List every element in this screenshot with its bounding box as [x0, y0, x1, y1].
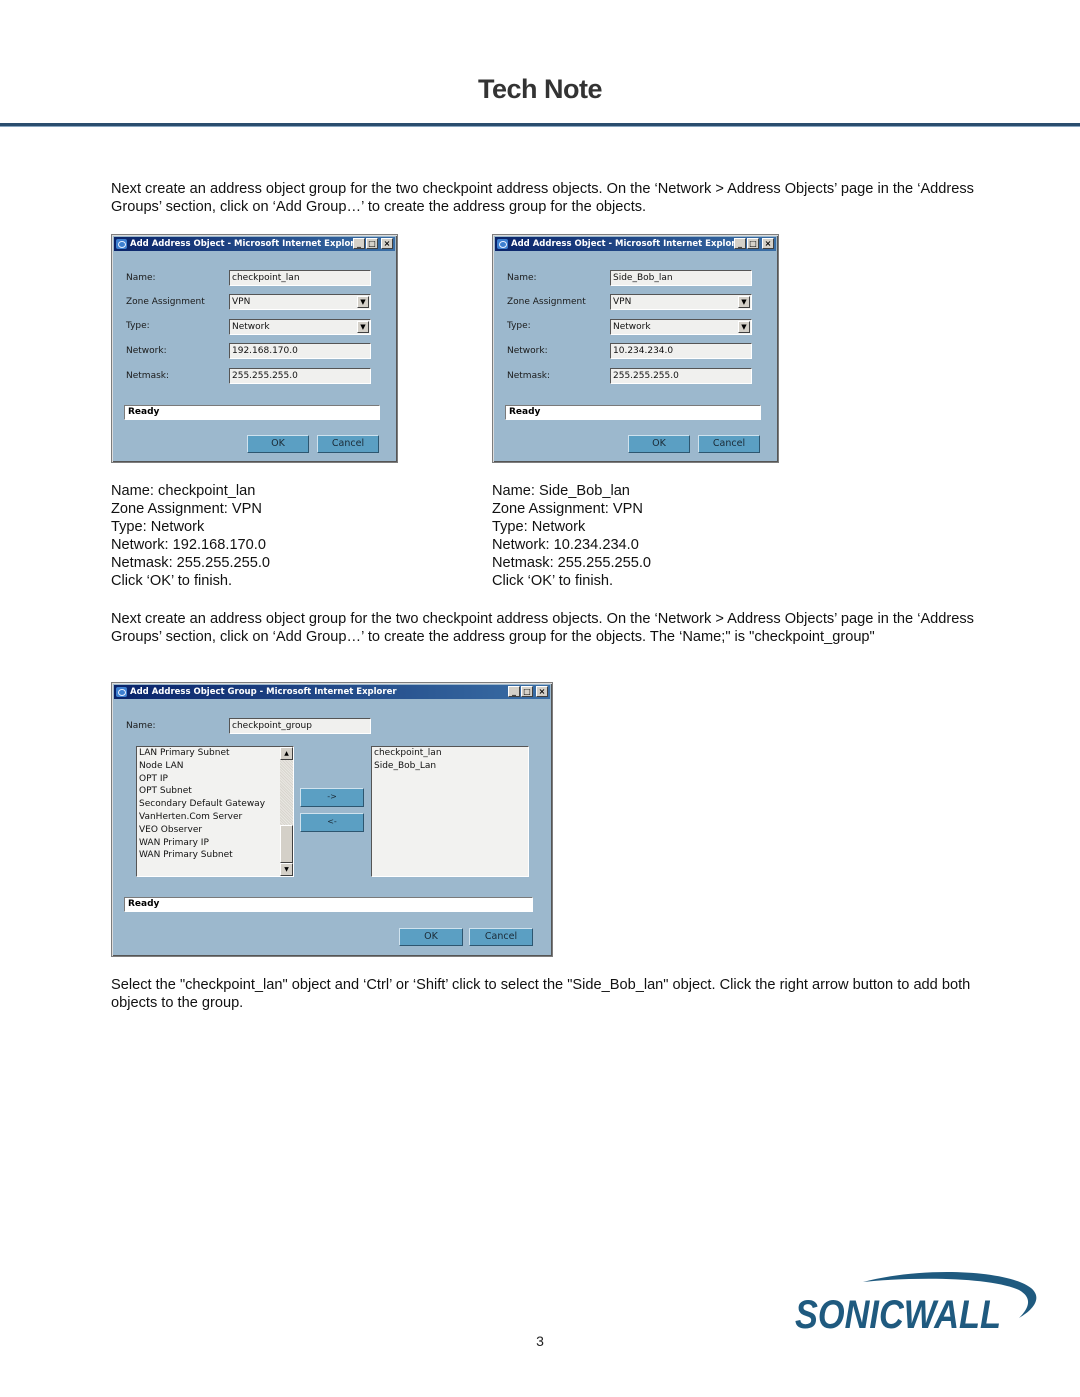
netmask-label: Netmask: — [507, 371, 551, 381]
network-input[interactable]: 10.234.234.0 — [610, 343, 752, 359]
caption-line: Zone Assignment: VPN — [492, 501, 643, 517]
list-item[interactable]: Node LAN — [139, 760, 293, 773]
scroll-up-icon[interactable]: ▲ — [280, 747, 293, 760]
list-item[interactable]: WAN Primary IP — [139, 837, 293, 850]
netmask-input[interactable]: 255.255.255.0 — [610, 368, 752, 384]
name-label: Name: — [507, 273, 537, 283]
close-button[interactable]: × — [762, 238, 774, 249]
minimize-button[interactable]: _ — [353, 238, 365, 249]
name-label: Name: — [126, 273, 156, 283]
caption-line: Type: Network — [111, 519, 205, 535]
list-item[interactable]: VEO Observer — [139, 824, 293, 837]
logo-text: SONICWALL — [795, 1293, 1001, 1337]
caption-line: Zone Assignment: VPN — [111, 501, 262, 517]
dropdown-arrow-icon[interactable]: ▼ — [738, 296, 750, 308]
name-input[interactable]: checkpoint_lan — [229, 270, 371, 286]
status-bar: Ready — [124, 405, 380, 420]
list-item[interactable]: LAN Primary Subnet — [139, 747, 293, 760]
caption-line: Network: 192.168.170.0 — [111, 537, 266, 553]
intro-paragraph: Next create an address object group for … — [111, 181, 974, 216]
page-header-title: Tech Note — [477, 74, 603, 104]
remove-from-group-button[interactable]: <- — [300, 813, 364, 832]
caption-line: Netmask: 255.255.255.0 — [111, 555, 271, 571]
add-address-object-dialog-2: Add Address Object - Microsoft Internet … — [492, 234, 779, 463]
dropdown-arrow-icon[interactable]: ▼ — [357, 296, 369, 308]
maximize-button[interactable]: □ — [521, 686, 533, 697]
type-select[interactable]: Network ▼ — [229, 319, 371, 335]
dialog-title: Add Address Object - Microsoft Internet … — [511, 239, 746, 249]
ok-button[interactable]: OK — [247, 435, 309, 453]
group-name-input[interactable]: checkpoint_group — [229, 718, 371, 734]
type-select[interactable]: Network ▼ — [610, 319, 752, 335]
name-label: Name: — [126, 721, 156, 731]
scroll-thumb[interactable] — [280, 825, 293, 863]
scroll-down-icon[interactable]: ▼ — [280, 863, 293, 876]
zone-select[interactable]: VPN ▼ — [610, 294, 752, 310]
add-address-object-group-dialog: Add Address Object Group - Microsoft Int… — [111, 682, 553, 957]
list-item[interactable]: Secondary Default Gateway — [139, 798, 293, 811]
dropdown-arrow-icon[interactable]: ▼ — [357, 321, 369, 333]
maximize-button[interactable]: □ — [366, 238, 378, 249]
type-value: Network — [232, 322, 270, 332]
list-item[interactable]: Side_Bob_Lan — [374, 760, 528, 773]
close-button[interactable]: × — [381, 238, 393, 249]
zone-value: VPN — [232, 297, 251, 307]
ie-icon — [497, 239, 508, 249]
group-intro-paragraph: Next create an address object group for … — [111, 611, 974, 646]
dialog-title-bar: Add Address Object - Microsoft Internet … — [495, 237, 776, 251]
header-divider — [0, 123, 1080, 127]
network-input[interactable]: 192.168.170.0 — [229, 343, 371, 359]
cancel-button[interactable]: Cancel — [698, 435, 760, 453]
dialog-title-bar: Add Address Object - Microsoft Internet … — [114, 237, 395, 251]
ok-button[interactable]: OK — [399, 928, 463, 946]
zone-value: VPN — [613, 297, 632, 307]
caption-line: Click ‘OK’ to finish. — [111, 573, 233, 589]
list-item[interactable]: checkpoint_lan — [374, 747, 528, 760]
caption-line: Name: Side_Bob_lan — [492, 483, 630, 499]
dialog-title: Add Address Object Group - Microsoft Int… — [130, 687, 397, 697]
page-number: 3 — [536, 1333, 544, 1349]
group-members-list[interactable]: checkpoint_lan Side_Bob_Lan — [371, 746, 529, 877]
zone-label: Zone Assignment — [507, 297, 586, 307]
dialog-title-bar: Add Address Object Group - Microsoft Int… — [114, 685, 550, 699]
zone-select[interactable]: VPN ▼ — [229, 294, 371, 310]
zone-label: Zone Assignment — [126, 297, 205, 307]
caption-line: Netmask: 255.255.255.0 — [492, 555, 652, 571]
caption-line: Click ‘OK’ to finish. — [492, 573, 614, 589]
ie-icon — [116, 687, 127, 697]
type-label: Type: — [126, 321, 150, 331]
maximize-button[interactable]: □ — [747, 238, 759, 249]
list-item[interactable]: OPT IP — [139, 773, 293, 786]
list-scrollbar[interactable]: ▲ ▼ — [280, 747, 293, 876]
netmask-input[interactable]: 255.255.255.0 — [229, 368, 371, 384]
caption-line: Network: 10.234.234.0 — [492, 537, 639, 553]
status-bar: Ready — [124, 897, 533, 912]
available-objects-list[interactable]: LAN Primary Subnet Node LAN OPT IP OPT S… — [136, 746, 294, 877]
minimize-button[interactable]: _ — [508, 686, 520, 697]
name-input[interactable]: Side_Bob_lan — [610, 270, 752, 286]
minimize-button[interactable]: _ — [734, 238, 746, 249]
cancel-button[interactable]: Cancel — [469, 928, 533, 946]
type-label: Type: — [507, 321, 531, 331]
list-item[interactable]: WAN Primary Subnet — [139, 849, 293, 862]
add-address-object-dialog-1: Add Address Object - Microsoft Internet … — [111, 234, 398, 463]
caption-line: Name: checkpoint_lan — [111, 483, 256, 499]
sonicwall-logo: SONICWALL — [795, 1271, 1037, 1337]
ok-button[interactable]: OK — [628, 435, 690, 453]
add-to-group-button[interactable]: -> — [300, 788, 364, 807]
select-instructions-paragraph: Select the "checkpoint_lan" object and ‘… — [111, 977, 971, 1012]
status-bar: Ready — [505, 405, 761, 420]
network-label: Network: — [507, 346, 548, 356]
close-button[interactable]: × — [536, 686, 548, 697]
caption-line: Type: Network — [492, 519, 586, 535]
cancel-button[interactable]: Cancel — [317, 435, 379, 453]
ie-icon — [116, 239, 127, 249]
dialog-title: Add Address Object - Microsoft Internet … — [130, 239, 365, 249]
netmask-label: Netmask: — [126, 371, 170, 381]
type-value: Network — [613, 322, 651, 332]
network-label: Network: — [126, 346, 167, 356]
dropdown-arrow-icon[interactable]: ▼ — [738, 321, 750, 333]
list-item[interactable]: VanHerten.Com Server — [139, 811, 293, 824]
list-item[interactable]: OPT Subnet — [139, 785, 293, 798]
